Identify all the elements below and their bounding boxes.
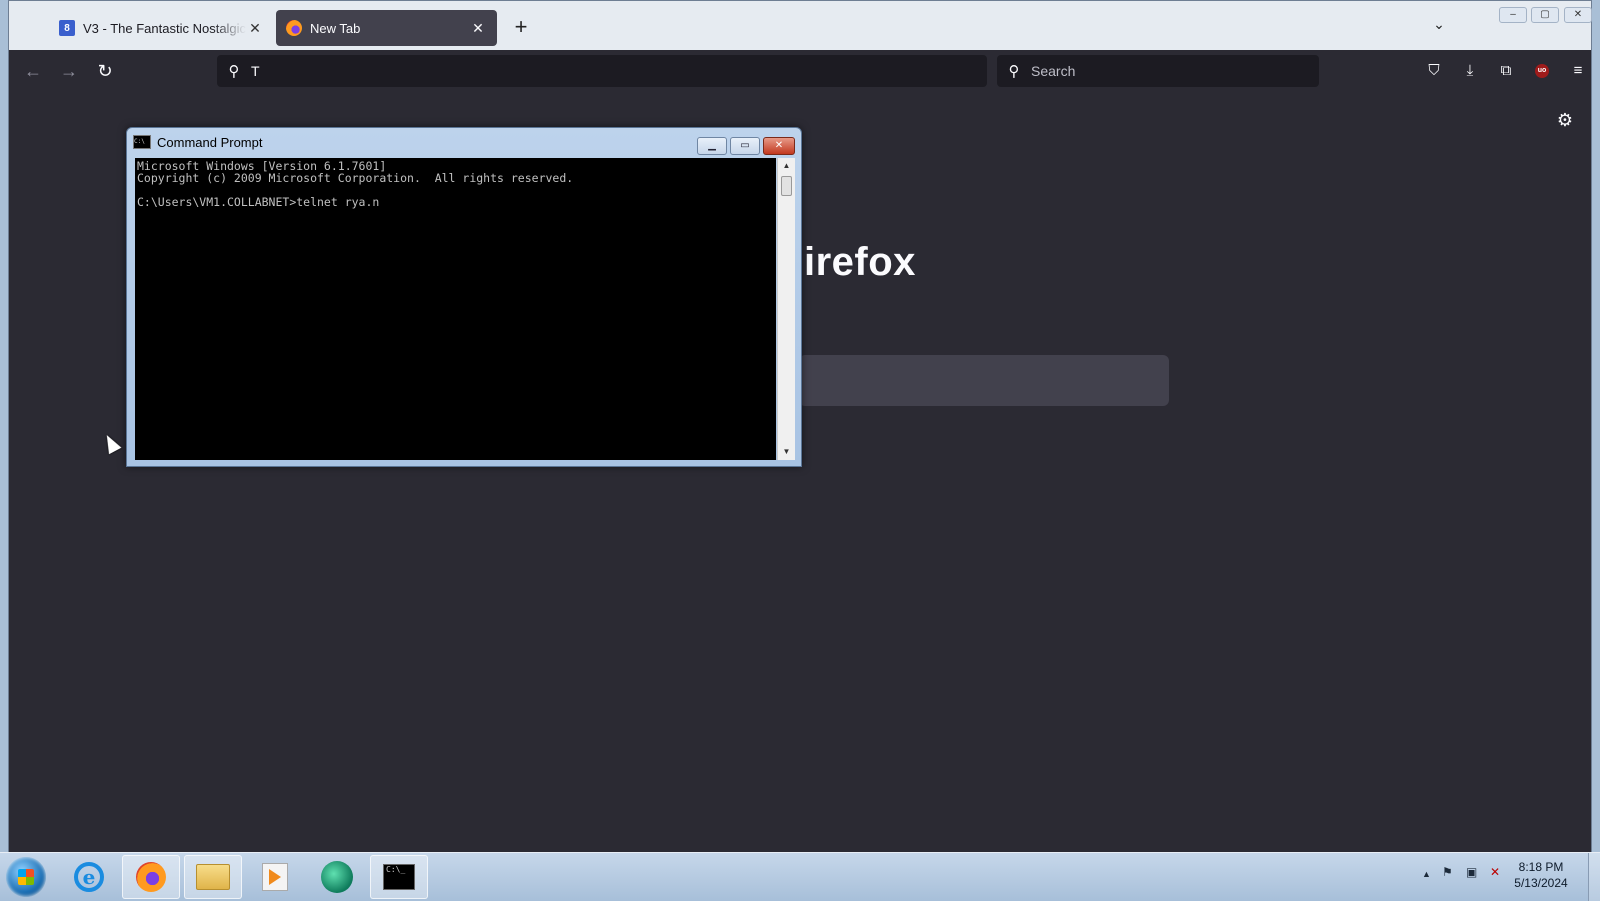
cmd-title: Command Prompt [157, 134, 263, 150]
console-line: Copyright (c) 2009 Microsoft Corporation… [137, 171, 574, 185]
clock-date: 5/13/2024 [1514, 876, 1568, 890]
forward-arrow-icon[interactable]: → [57, 60, 81, 82]
tab-close-icon[interactable]: ✕ [246, 20, 264, 37]
firefox-wordmark: irefox [804, 240, 916, 284]
search-bar[interactable]: ⚲ Search [997, 55, 1319, 87]
minimize-button[interactable]: – [1499, 7, 1527, 23]
list-all-tabs-icon[interactable]: ⌄ [1429, 16, 1449, 36]
scroll-down-arrow-icon[interactable]: ▼ [778, 444, 795, 460]
show-desktop-button[interactable] [1588, 853, 1600, 901]
reload-icon[interactable]: ↻ [93, 60, 117, 82]
folder-icon [196, 864, 230, 890]
internet-explorer-icon: e [74, 862, 104, 892]
close-window-button[interactable]: ✕ [1564, 7, 1592, 23]
cmd-app-icon: C:\ [133, 135, 151, 149]
address-bar[interactable]: ⚲ T [217, 55, 987, 87]
download-icon[interactable]: ⤓ [1459, 60, 1481, 82]
taskbar-file-explorer[interactable] [184, 855, 242, 899]
taskbar-firefox[interactable] [122, 855, 180, 899]
app-icon [321, 861, 353, 893]
tab-title: New Tab [310, 20, 361, 36]
taskbar-command-prompt[interactable]: C:\_ [370, 855, 428, 899]
start-button[interactable] [6, 857, 46, 897]
command-prompt-icon: C:\_ [383, 864, 415, 890]
home-search-box[interactable] [799, 355, 1169, 406]
system-clock[interactable]: 8:18 PM 5/13/2024 [1510, 859, 1572, 891]
firefox-icon [136, 862, 166, 892]
command-prompt-window[interactable]: C:\ Command Prompt ▁ ▭ ✕ Microsoft Windo… [126, 127, 802, 467]
address-input-value[interactable]: T [251, 63, 260, 79]
clock-time: 8:18 PM [1518, 860, 1564, 874]
new-tab-button[interactable]: + [509, 15, 533, 39]
cmd-minimize-button[interactable]: ▁ [697, 137, 727, 155]
gear-icon[interactable]: ⚙ [1554, 110, 1576, 131]
search-icon: ⚲ [228, 63, 240, 80]
cmd-close-button[interactable]: ✕ [763, 137, 795, 155]
taskbar-app[interactable] [308, 855, 366, 899]
media-player-icon [262, 863, 288, 891]
v3-favicon-icon: 8 [59, 20, 75, 36]
cmd-titlebar[interactable]: C:\ Command Prompt [133, 132, 795, 152]
scroll-up-arrow-icon[interactable]: ▲ [778, 158, 795, 174]
console-output[interactable]: Microsoft Windows [Version 6.1.7601] Copy… [135, 158, 776, 460]
tab-strip: 8 V3 - The Fantastic Nostalgic You ✕ New… [9, 1, 1592, 50]
taskbar-internet-explorer[interactable]: e [60, 855, 118, 899]
search-placeholder[interactable]: Search [1031, 63, 1075, 79]
search-icon: ⚲ [1008, 63, 1020, 80]
tab-close-icon[interactable]: ✕ [469, 20, 487, 37]
taskbar-media-player[interactable] [246, 855, 304, 899]
tab-new-tab[interactable]: New Tab ✕ [276, 10, 497, 46]
console-line: C:\Users\VM1.COLLABNET>telnet rya.n [137, 195, 380, 209]
taskbar: e C:\_ ▲ ⚑ ▣ ✕ 8:18 PM 5/13/2024 [0, 852, 1600, 901]
windows-logo-icon [18, 869, 34, 885]
volume-muted-icon[interactable]: ✕ [1490, 865, 1500, 879]
pocket-icon[interactable]: ⛉ [1423, 60, 1445, 82]
nav-bar: ← → ↻ ⚲ T ⚲ Search ⛉ ⤓ ⧉ uo ≡ [9, 50, 1591, 93]
tab-v3[interactable]: 8 V3 - The Fantastic Nostalgic You ✕ [49, 10, 274, 46]
maximize-button[interactable]: ▢ [1531, 7, 1559, 23]
tab-title: V3 - The Fantastic Nostalgic You [83, 20, 246, 36]
network-icon[interactable]: ▣ [1466, 865, 1477, 879]
back-arrow-icon[interactable]: ← [21, 60, 45, 82]
firefox-icon [286, 20, 302, 36]
console-scrollbar[interactable]: ▲ ▼ [777, 158, 795, 460]
extensions-icon[interactable]: ⧉ [1495, 60, 1517, 82]
show-hidden-icons-icon[interactable]: ▲ [1422, 869, 1431, 879]
scroll-thumb[interactable] [781, 176, 792, 196]
cmd-maximize-button[interactable]: ▭ [730, 137, 760, 155]
action-center-flag-icon[interactable]: ⚑ [1442, 865, 1453, 879]
ublock-icon[interactable]: uo [1531, 60, 1553, 82]
menu-icon[interactable]: ≡ [1567, 60, 1589, 82]
